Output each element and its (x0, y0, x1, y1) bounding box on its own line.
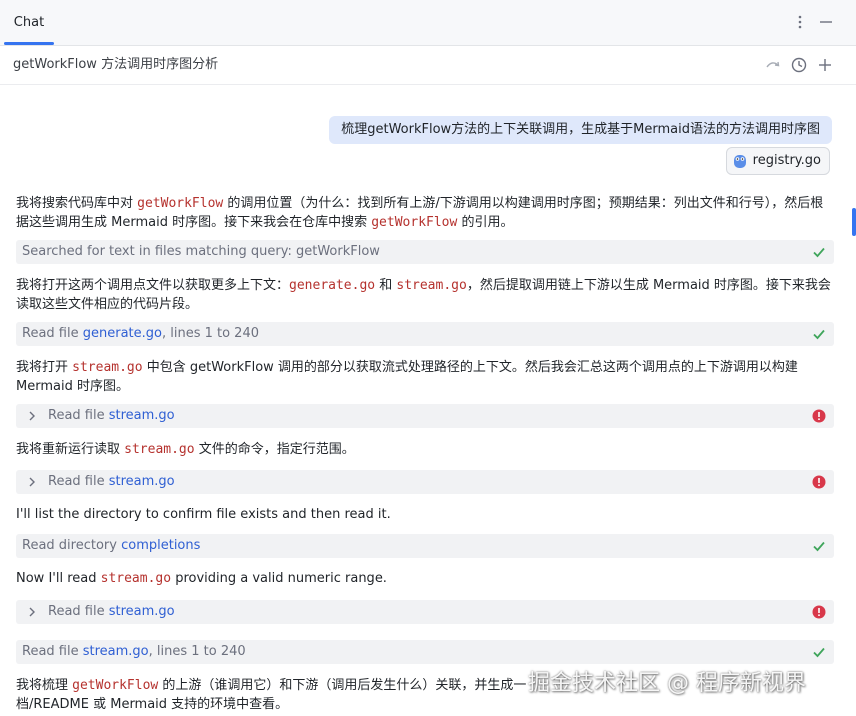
file-link[interactable]: stream.go (109, 474, 175, 489)
chat-title: getWorkFlow 方法调用时序图分析 (13, 57, 219, 72)
history-icon[interactable] (790, 56, 808, 74)
assistant-paragraph: 我将重新运行读取 stream.go 文件的命令，指定行范围。 (16, 442, 355, 457)
check-icon (813, 329, 825, 340)
code-span: stream.go (124, 442, 195, 457)
chevron-right-icon[interactable] (26, 606, 38, 618)
error-icon (812, 475, 826, 489)
code-span: stream.go (72, 360, 143, 375)
check-icon (813, 647, 825, 658)
code-span: generate.go (289, 278, 376, 293)
watermark: 掘金技术社区 @ 程序新视界 (528, 671, 806, 696)
redo-icon[interactable] (764, 56, 782, 74)
tool-call-read-directory[interactable]: Read directory completions (16, 534, 834, 558)
scroll-fade (0, 85, 856, 93)
code-span: getWorkFlow (137, 196, 224, 211)
tab-chat[interactable]: Chat (4, 0, 54, 45)
tool-call-read-file-failed[interactable]: Read file stream.go (16, 470, 834, 494)
file-link[interactable]: stream.go (109, 604, 175, 619)
tool-call-read-file-failed[interactable]: Read file stream.go (16, 600, 834, 624)
attachment-name: registry.go (752, 153, 821, 168)
code-span: stream.go (396, 278, 467, 293)
error-icon (812, 605, 826, 619)
tool-call-search[interactable]: Searched for text in files matching quer… (16, 240, 834, 264)
assistant-paragraph: 我将打开这两个调用点文件以获取更多上下文：generate.go 和 strea… (16, 278, 831, 312)
attachment-chip[interactable]: registry.go (725, 147, 830, 175)
code-span: getWorkFlow (72, 678, 159, 693)
check-icon (813, 541, 825, 552)
tool-call-read-file[interactable]: Read file generate.go, lines 1 to 240 (16, 322, 834, 346)
new-chat-icon[interactable] (816, 56, 834, 74)
tab-bar: Chat (0, 0, 856, 46)
user-message: 梳理getWorkFlow方法的上下关联调用，生成基于Mermaid语法的方法调… (329, 116, 832, 144)
assistant-paragraph: Now I'll read stream.go providing a vali… (16, 571, 387, 586)
file-link[interactable]: stream.go (83, 644, 149, 659)
code-span: stream.go (100, 571, 172, 586)
chevron-right-icon[interactable] (26, 476, 38, 488)
file-link[interactable]: stream.go (109, 408, 175, 423)
assistant-paragraph: 我将打开 stream.go 中包含 getWorkFlow 调用的部分以获取流… (16, 360, 798, 394)
more-options-icon[interactable] (792, 14, 808, 30)
assistant-paragraph: I'll list the directory to confirm file … (16, 507, 391, 522)
chevron-right-icon[interactable] (26, 410, 38, 422)
code-span: getWorkFlow (371, 215, 458, 230)
active-tab-indicator (4, 42, 54, 45)
tool-call-read-file-failed[interactable]: Read file stream.go (16, 404, 834, 428)
scrollbar-thumb[interactable] (852, 208, 856, 236)
minimize-icon[interactable] (818, 14, 834, 30)
file-link[interactable]: generate.go (83, 326, 162, 341)
assistant-paragraph: 我将搜索代码库中对 getWorkFlow 的调用位置（为什么：找到所有上游/下… (16, 196, 824, 230)
chat-header: getWorkFlow 方法调用时序图分析 (0, 46, 856, 85)
check-icon (813, 247, 825, 258)
tool-call-read-file[interactable]: Read file stream.go, lines 1 to 240 (16, 640, 834, 664)
go-file-icon (733, 155, 746, 168)
error-icon (812, 409, 826, 423)
directory-link[interactable]: completions (121, 538, 200, 553)
